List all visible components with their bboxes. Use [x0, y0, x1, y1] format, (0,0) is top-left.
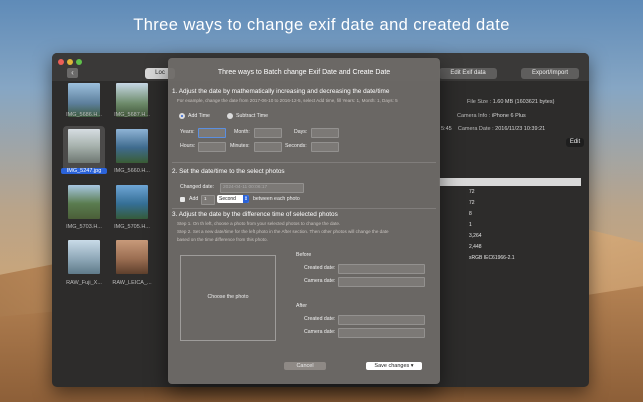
add-label: Add [189, 196, 199, 202]
before-created-date-field [338, 264, 425, 274]
section-1-heading: 1. Adjust the date by mathematically inc… [172, 88, 390, 95]
file-size-value: 1.60 MB (1603621 bytes) [492, 99, 555, 105]
thumbnail-img-5703[interactable] [68, 185, 100, 219]
minutes-input[interactable] [254, 142, 282, 152]
table-value: 72 [469, 200, 475, 206]
file-size-key: File Size : [467, 99, 492, 105]
separator [172, 162, 436, 163]
zoom-window-button[interactable] [76, 59, 82, 65]
thumbnail-label: RAW_Fuji_X... [66, 280, 102, 286]
after-heading: After [296, 303, 307, 309]
between-each-photo-label: between each photo [253, 196, 300, 202]
file-size-row: File Size : 1.60 MB (1603621 bytes) [467, 99, 554, 105]
seconds-label: Seconds: [285, 143, 307, 149]
before-created-date-label: Created date: [304, 265, 336, 271]
table-selected-row[interactable] [439, 178, 581, 186]
month-input[interactable] [254, 128, 282, 138]
info-panel: Edit Exif data Export/Import File Size :… [439, 68, 589, 387]
hours-input[interactable] [198, 142, 226, 152]
changed-date-label: Changed date: [180, 184, 215, 190]
camera-date-key: Camera Date : [457, 126, 494, 132]
minutes-label: Minutes: [230, 143, 250, 149]
section-3-hint-step2: Step 2. Set a new date/time for the left… [177, 229, 389, 234]
changed-date-value: 2024-04-11 00:06:17 [223, 185, 268, 190]
section-3-heading: 3. Adjust the date by the difference tim… [172, 211, 338, 218]
subtract-time-label: Subtract Time [236, 113, 269, 119]
cancel-button[interactable]: Cancel [284, 362, 326, 370]
month-label: Month: [234, 129, 250, 135]
section-3-hint-step1: Step 1. On th left, choose a photo from … [177, 221, 341, 226]
table-value: 8 [469, 211, 472, 217]
thumbnail-raw-leica[interactable] [116, 240, 148, 274]
interval-unit-select[interactable]: Second ⇕ [217, 195, 249, 203]
camera-date-row: 5:45 Camera Date : 2016/11/23 10:39:21 [441, 126, 545, 132]
back-button[interactable]: ‹ [67, 68, 78, 78]
table-value: sRGB IEC61966-2.1 [469, 255, 515, 261]
camera-date-value: 2016/11/23 10:39:21 [495, 126, 546, 132]
years-input[interactable] [198, 128, 226, 138]
table-value: 3,264 [469, 233, 482, 239]
time-partial: 5:45 [441, 126, 452, 132]
after-created-date-label: Created date: [304, 316, 336, 322]
choose-photo-label: Choose the photo [207, 294, 249, 300]
add-count-input[interactable]: 1 [201, 195, 215, 205]
thumbnail-label: RAW_LEICA_... [112, 280, 152, 286]
dialog-title: Three ways to Batch change Exif Date and… [217, 69, 391, 76]
close-window-button[interactable] [58, 59, 64, 65]
save-changes-button[interactable]: Save changes ▾ [366, 362, 422, 370]
choose-photo-drop-area[interactable]: Choose the photo [180, 255, 276, 341]
after-created-date-input[interactable] [338, 315, 425, 325]
batch-change-date-dialog: Three ways to Batch change Exif Date and… [168, 58, 440, 384]
camera-info-value: iPhone 6 Plus [491, 113, 526, 119]
thumbnail-label: IMG_5705.H... [114, 224, 150, 230]
table-value: 72 [469, 189, 475, 195]
section-1-hint: For example, change the date from 2017-0… [177, 98, 398, 103]
export-import-button[interactable]: Export/Import [521, 68, 579, 79]
thumbnail-img-5660[interactable] [116, 129, 148, 163]
separator [172, 208, 436, 209]
thumbnail-label: IMG_5687.H... [114, 112, 150, 118]
thumbnail-img-5247[interactable] [68, 129, 100, 163]
add-interval-checkbox[interactable] [180, 197, 185, 202]
after-camera-date-input[interactable] [338, 328, 425, 338]
table-value: 1 [469, 222, 472, 228]
edit-button[interactable]: Edit [566, 138, 584, 147]
section-2-heading: 2. Set the date/time to the select photo… [172, 168, 285, 175]
thumbnail-label: IMG_5660.H... [114, 168, 150, 174]
changed-date-input[interactable]: 2024-04-11 00:06:17 [220, 183, 304, 193]
camera-info-row: Camera Info : iPhone 6 Plus [457, 113, 526, 119]
thumbnail-label-selected: IMG_5247.jpg [61, 168, 107, 174]
seconds-input[interactable] [311, 142, 339, 152]
days-label: Days: [294, 129, 308, 135]
select-arrow-icon: ⇕ [243, 195, 249, 203]
table-value: 2,448 [469, 244, 482, 250]
hours-label: Hours: [180, 143, 196, 149]
before-heading: Before [296, 252, 312, 258]
thumbnail-label: IMG_5686.H... [66, 112, 102, 118]
days-input[interactable] [311, 128, 339, 138]
promo-headline: Three ways to change exif date and creat… [133, 16, 510, 34]
add-count-value: 1 [204, 197, 207, 202]
subtract-time-radio[interactable] [227, 113, 233, 119]
before-camera-date-field [338, 277, 425, 287]
camera-info-key: Camera Info : [457, 113, 491, 119]
before-camera-date-label: Camera date: [304, 278, 336, 284]
years-label: Years: [180, 129, 195, 135]
thumbnail-raw-fuji[interactable] [68, 240, 100, 274]
add-time-label: Add Time [188, 113, 210, 119]
section-3-hint-step2-cont: based on the time difference from this p… [177, 237, 268, 242]
after-camera-date-label: Camera date: [304, 329, 336, 335]
thumbnail-label: IMG_5703.H... [66, 224, 102, 230]
add-time-radio[interactable] [179, 113, 185, 119]
edit-exif-data-button[interactable]: Edit Exif data [439, 68, 497, 79]
minimize-window-button[interactable] [67, 59, 73, 65]
thumbnail-img-5705[interactable] [116, 185, 148, 219]
interval-unit-value: Second [219, 196, 236, 202]
